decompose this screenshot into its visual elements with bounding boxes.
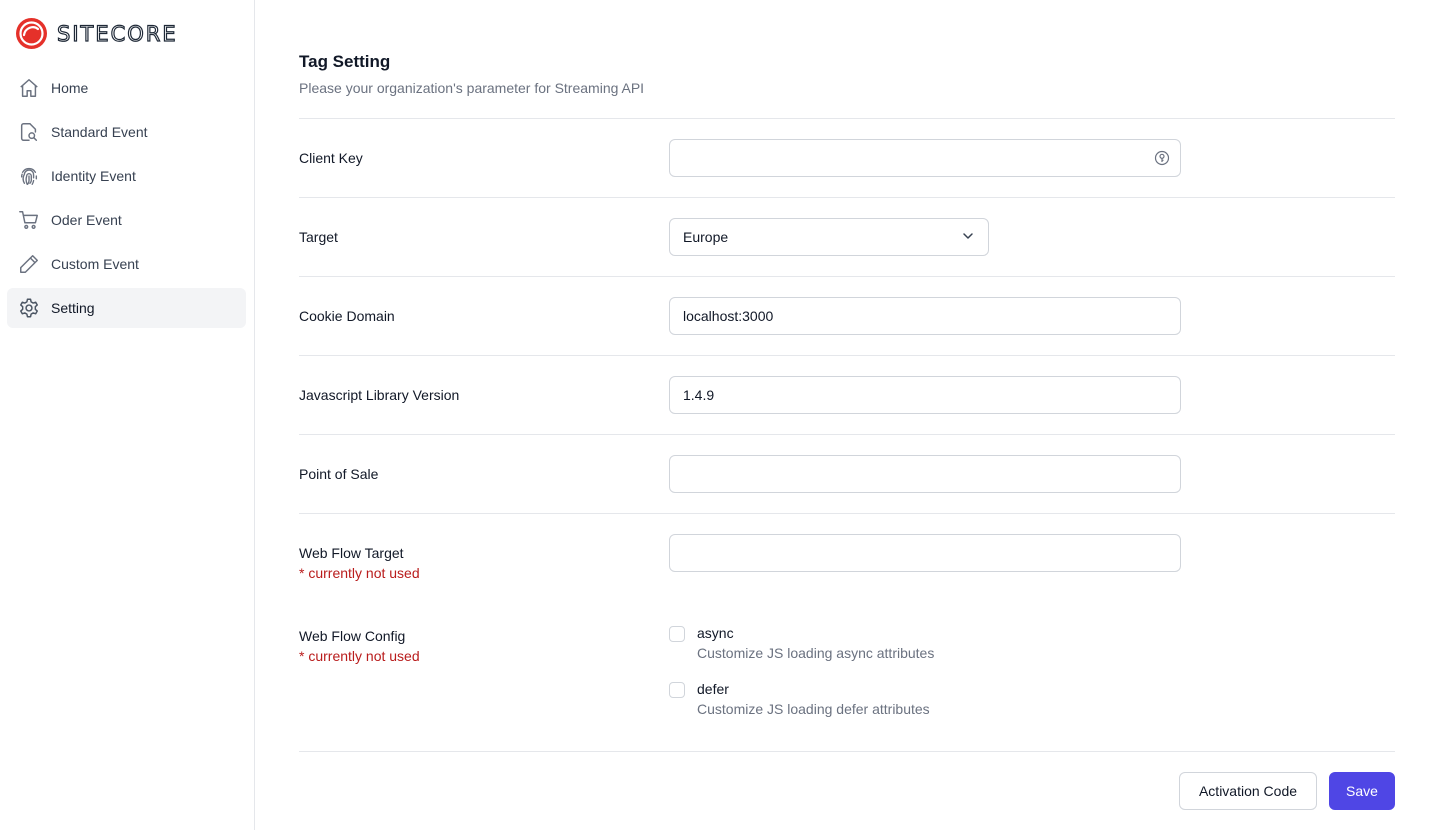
brand-name: SITECORE: [56, 21, 178, 46]
divider: [299, 276, 1395, 277]
gear-icon: [17, 296, 41, 320]
async-title: async: [697, 625, 734, 641]
defer-option-text: defer Customize JS loading defer attribu…: [697, 679, 930, 719]
web-flow-config-label: Web Flow Config: [299, 628, 406, 644]
password-manager-icon[interactable]: [1154, 150, 1170, 169]
sidebar-item-label: Oder Event: [51, 212, 122, 228]
defer-description: Customize JS loading defer attributes: [697, 701, 930, 717]
divider: [299, 355, 1395, 356]
defer-checkbox[interactable]: [669, 682, 685, 698]
page-title: Tag Setting: [299, 52, 391, 71]
sidebar: SITECORE Home Standard Event Identity Ev…: [0, 0, 255, 830]
web-flow-target-label: Web Flow Target: [299, 545, 404, 561]
defer-option: defer Customize JS loading defer attribu…: [669, 679, 930, 719]
sidebar-item-label: Custom Event: [51, 256, 139, 272]
js-version-label: Javascript Library Version: [299, 387, 460, 403]
divider: [299, 434, 1395, 435]
sidebar-nav: Home Standard Event Identity Event Oder …: [7, 68, 246, 332]
async-checkbox[interactable]: [669, 626, 685, 642]
sidebar-item-label: Setting: [51, 300, 95, 316]
sidebar-item-label: Identity Event: [51, 168, 136, 184]
sidebar-item-home[interactable]: Home: [7, 68, 246, 108]
sitecore-logo[interactable]: SITECORE: [15, 17, 178, 50]
js-version-value: 1.4.9: [683, 387, 715, 403]
target-selected-value: Europe: [683, 229, 729, 245]
sidebar-item-identity-event[interactable]: Identity Event: [7, 156, 246, 196]
point-of-sale-input[interactable]: [669, 455, 1181, 493]
web-flow-target-note: * currently not used: [299, 565, 420, 581]
web-flow-target-input[interactable]: [669, 534, 1181, 572]
divider: [299, 751, 1395, 752]
sitecore-logo-icon: [16, 18, 47, 49]
sidebar-item-custom-event[interactable]: Custom Event: [7, 244, 246, 284]
page-subtitle: Please your organization's parameter for…: [299, 80, 645, 96]
save-button[interactable]: Save: [1329, 772, 1395, 810]
divider: [299, 513, 1395, 514]
js-version-input[interactable]: 1.4.9: [669, 376, 1181, 414]
activation-code-button[interactable]: Activation Code: [1179, 772, 1317, 810]
client-key-input[interactable]: [669, 139, 1181, 177]
async-option: async Customize JS loading async attribu…: [669, 623, 934, 663]
document-search-icon: [17, 120, 41, 144]
target-label: Target: [299, 229, 338, 245]
sidebar-item-order-event[interactable]: Oder Event: [7, 200, 246, 240]
async-option-text: async Customize JS loading async attribu…: [697, 623, 934, 663]
cookie-domain-value: localhost:3000: [683, 308, 774, 324]
point-of-sale-label: Point of Sale: [299, 466, 379, 482]
cookie-domain-input[interactable]: localhost:3000: [669, 297, 1181, 335]
fingerprint-icon: [17, 164, 41, 188]
web-flow-config-note: * currently not used: [299, 648, 420, 664]
home-icon: [17, 76, 41, 100]
sidebar-item-standard-event[interactable]: Standard Event: [7, 112, 246, 152]
pencil-icon: [17, 252, 41, 276]
sidebar-item-label: Home: [51, 80, 89, 96]
defer-title: defer: [697, 681, 729, 697]
divider: [299, 197, 1395, 198]
chevron-down-icon: [961, 229, 975, 246]
client-key-label: Client Key: [299, 150, 363, 166]
sidebar-item-setting[interactable]: Setting: [7, 288, 246, 328]
async-description: Customize JS loading async attributes: [697, 645, 935, 661]
divider: [299, 118, 1395, 119]
sidebar-item-label: Standard Event: [51, 124, 148, 140]
target-select[interactable]: Europe: [669, 218, 989, 256]
cart-icon: [17, 208, 41, 232]
cookie-domain-label: Cookie Domain: [299, 308, 395, 324]
